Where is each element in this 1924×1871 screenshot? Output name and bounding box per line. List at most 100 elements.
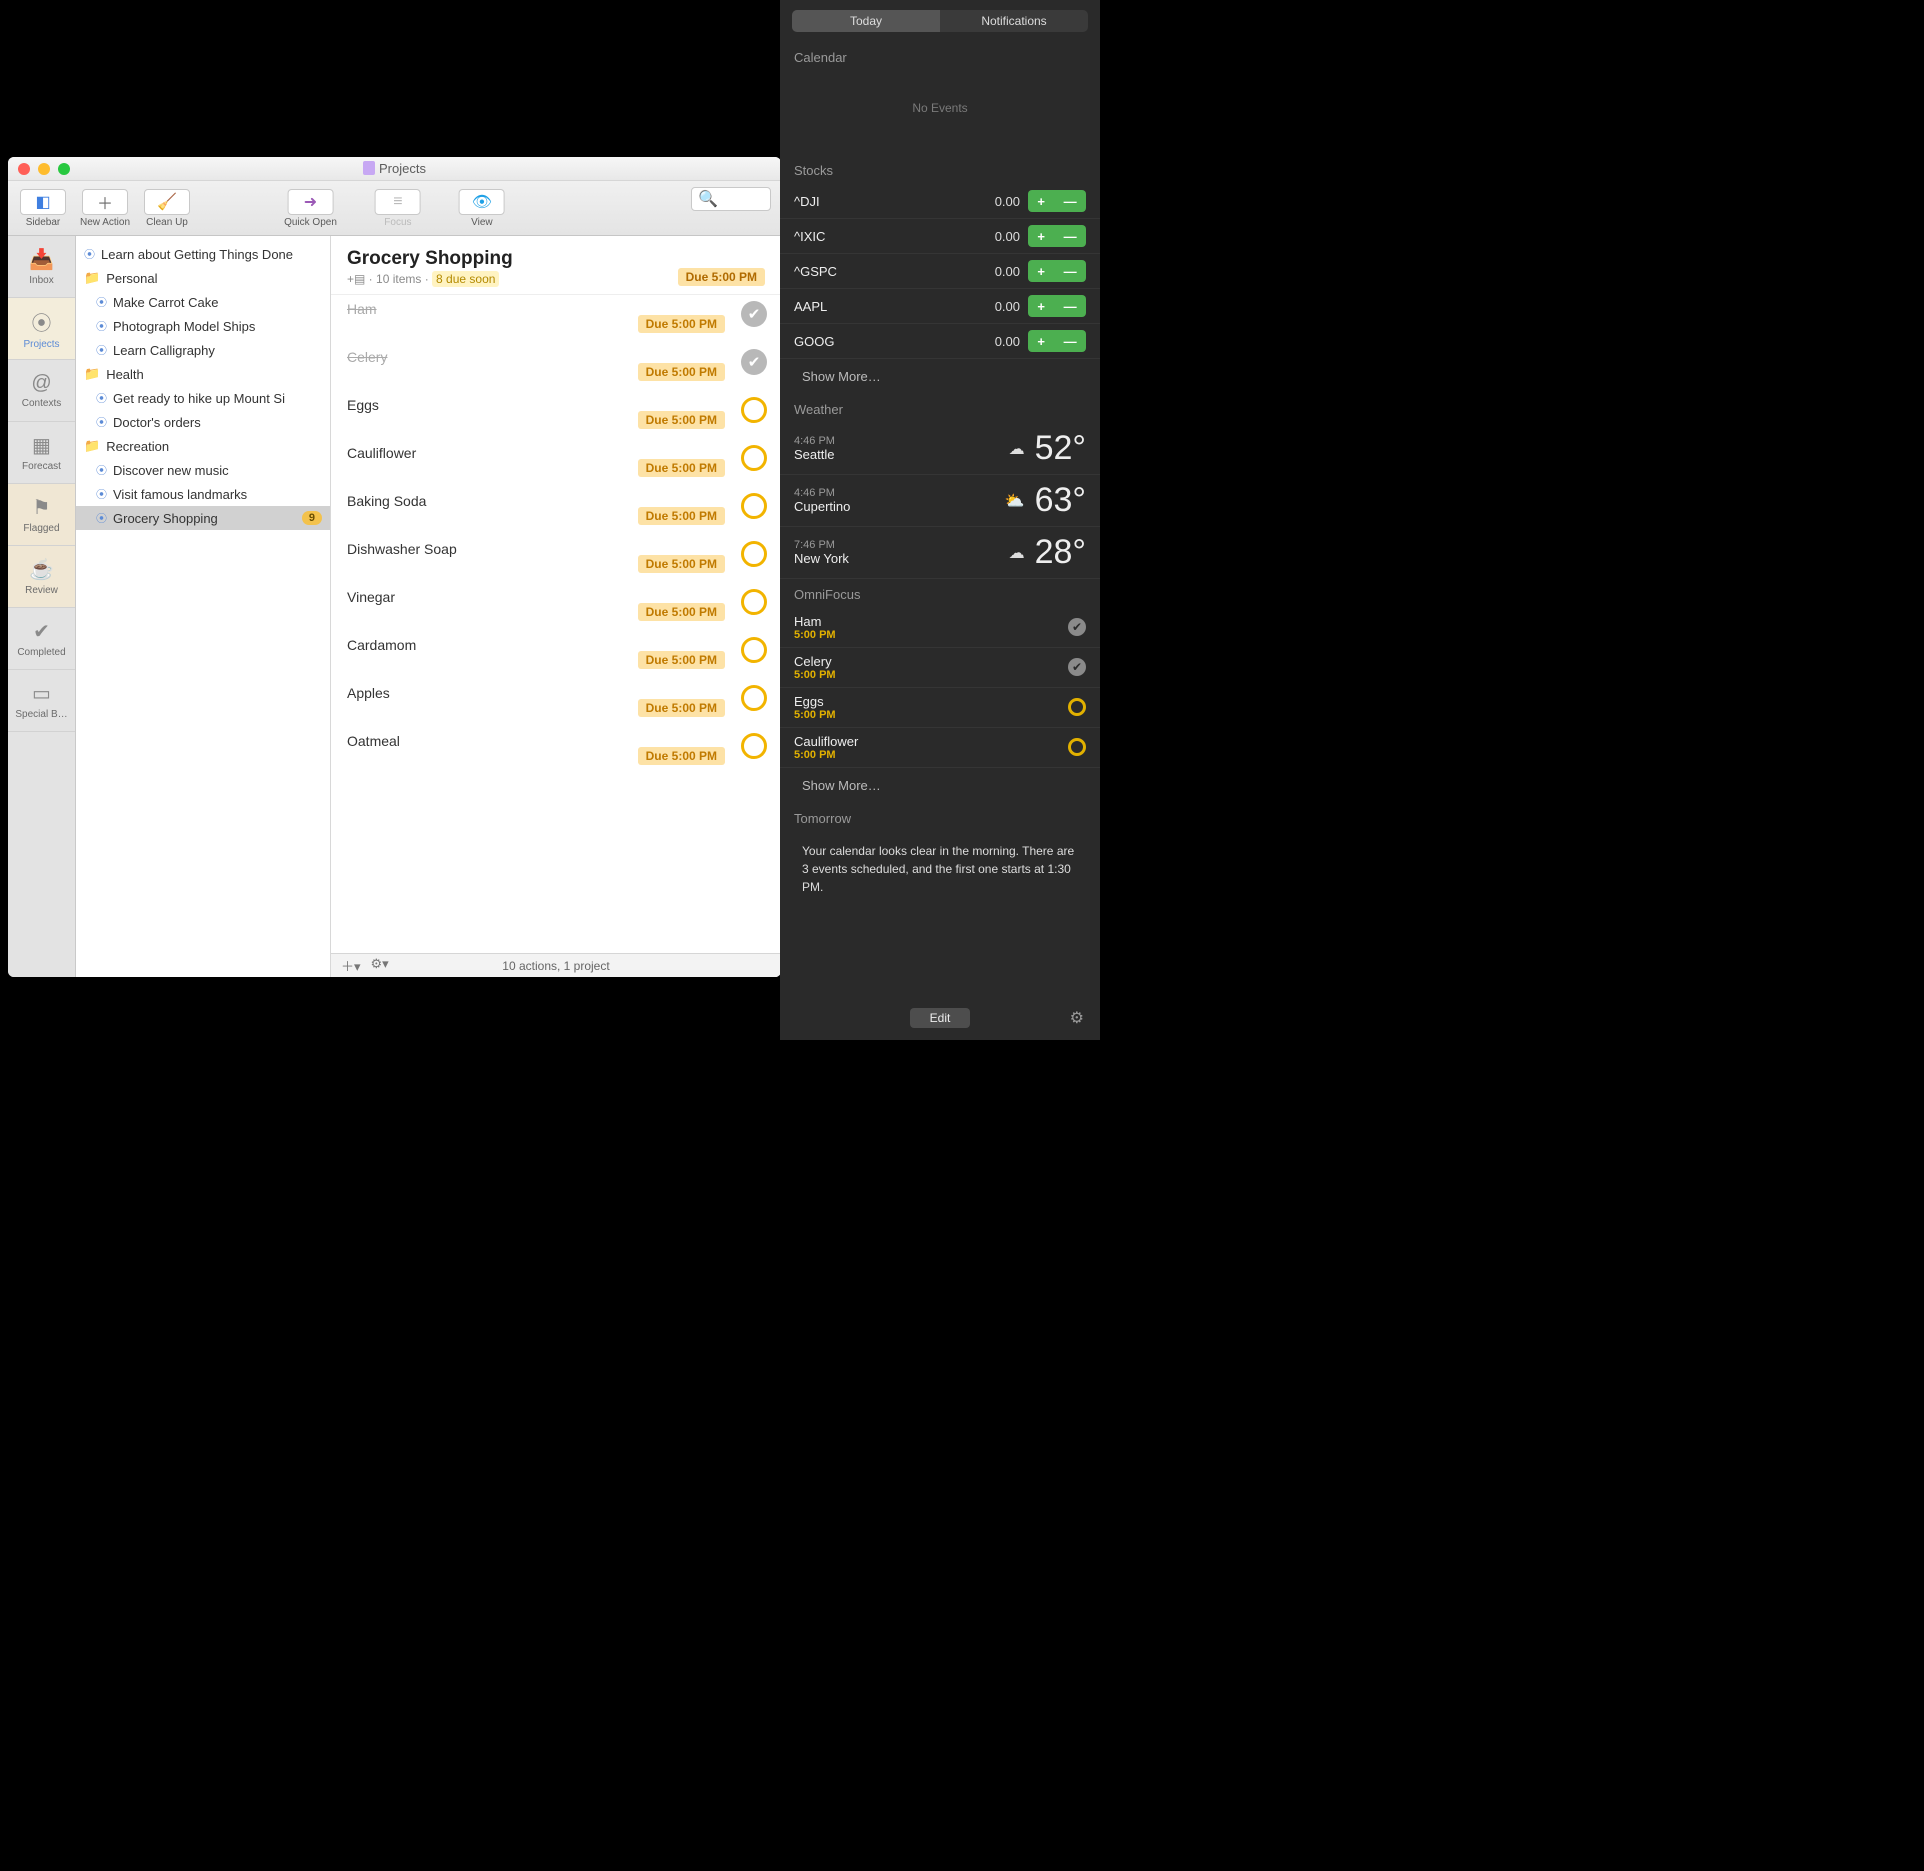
checkbox-icon[interactable] xyxy=(741,589,767,615)
search-icon: 🔍 xyxy=(698,189,718,209)
checkbox-icon[interactable] xyxy=(1068,738,1086,756)
tab-projects[interactable]: ⦿Projects xyxy=(8,298,75,360)
project-row[interactable]: ⦿Doctor's orders xyxy=(76,410,330,434)
folder-icon: 📁 xyxy=(84,438,100,454)
nc-bottom: Edit ⚙ xyxy=(780,996,1100,1040)
new-action-button[interactable]: ＋New Action xyxy=(76,187,134,230)
weather-row[interactable]: 4:46 PMSeattle☁52° xyxy=(780,423,1100,475)
stock-symbol: GOOG xyxy=(794,334,995,349)
project-row[interactable]: ⦿Photograph Model Ships xyxy=(76,314,330,338)
special-icon: ▭ xyxy=(32,681,51,706)
checkbox-icon[interactable] xyxy=(741,733,767,759)
weather-row[interactable]: 7:46 PMNew York☁28° xyxy=(780,527,1100,579)
folder-row[interactable]: 📁Recreation xyxy=(76,434,330,458)
of-item-name: Ham xyxy=(794,614,1086,629)
tab-notifications[interactable]: Notifications xyxy=(940,10,1088,32)
project-row[interactable]: ⦿Discover new music xyxy=(76,458,330,482)
tab-forecast[interactable]: ▦Forecast xyxy=(8,422,75,484)
project-icon: ⦿ xyxy=(84,246,95,262)
folder-row[interactable]: 📁Personal xyxy=(76,266,330,290)
checkbox-checked-icon[interactable]: ✔ xyxy=(741,349,767,375)
checkbox-icon[interactable] xyxy=(741,685,767,711)
task-row[interactable]: ApplesDue 5:00 PM xyxy=(331,679,781,727)
omnifocus-show-more[interactable]: Show More… xyxy=(780,768,1100,803)
project-row[interactable]: ⦿Learn Calligraphy xyxy=(76,338,330,362)
of-item-name: Cauliflower xyxy=(794,734,1086,749)
project-icon: ⦿ xyxy=(96,294,107,310)
view-button[interactable]: 👁View xyxy=(455,187,509,230)
gear-menu-button[interactable]: ⚙▾ xyxy=(371,956,389,975)
task-row[interactable]: CauliflowerDue 5:00 PM xyxy=(331,439,781,487)
inbox-icon: 📥 xyxy=(29,247,54,272)
tab-inbox[interactable]: 📥Inbox xyxy=(8,236,75,298)
quick-open-button[interactable]: ➜Quick Open xyxy=(280,187,341,230)
project-row[interactable]: ⦿Grocery Shopping9 xyxy=(76,506,330,530)
tab-label: Projects xyxy=(23,339,59,350)
omnifocus-item[interactable]: Celery5:00 PM✔ xyxy=(780,648,1100,688)
task-row[interactable]: Baking SodaDue 5:00 PM xyxy=(331,487,781,535)
omnifocus-section-title: OmniFocus xyxy=(780,579,1100,608)
tab-contexts[interactable]: @Contexts xyxy=(8,360,75,422)
task-row[interactable]: HamDue 5:00 PM✔ xyxy=(331,295,781,343)
project-tree: ⦿Learn about Getting Things Done📁Persona… xyxy=(76,236,331,977)
of-item-name: Celery xyxy=(794,654,1086,669)
weather-temp: 52° xyxy=(1035,429,1086,468)
edit-button[interactable]: Edit xyxy=(910,1008,971,1028)
tab-special[interactable]: ▭Special B… xyxy=(8,670,75,732)
stock-value: 0.00 xyxy=(995,229,1020,244)
of-item-time: 5:00 PM xyxy=(794,629,1086,641)
stock-row[interactable]: GOOG0.00+— xyxy=(780,324,1100,359)
tab-review[interactable]: ☕Review xyxy=(8,546,75,608)
project-row[interactable]: ⦿Make Carrot Cake xyxy=(76,290,330,314)
omnifocus-item[interactable]: Eggs5:00 PM xyxy=(780,688,1100,728)
stock-change-chip: +— xyxy=(1028,260,1086,282)
checkbox-icon[interactable] xyxy=(741,541,767,567)
task-row[interactable]: Dishwasher SoapDue 5:00 PM xyxy=(331,535,781,583)
tree-label: Learn Calligraphy xyxy=(113,343,215,358)
project-row[interactable]: ⦿Visit famous landmarks xyxy=(76,482,330,506)
toolbar: ◧Sidebar ＋New Action 🧹Clean Up ➜Quick Op… xyxy=(8,181,781,236)
project-row[interactable]: ⦿Learn about Getting Things Done xyxy=(76,242,330,266)
weather-row[interactable]: 4:46 PMCupertino⛅63° xyxy=(780,475,1100,527)
stock-value: 0.00 xyxy=(995,299,1020,314)
omnifocus-item[interactable]: Cauliflower5:00 PM xyxy=(780,728,1100,768)
add-menu-button[interactable]: ＋▾ xyxy=(341,956,361,975)
checkbox-icon[interactable] xyxy=(741,493,767,519)
tab-today[interactable]: Today xyxy=(792,10,940,32)
tab-label: Forecast xyxy=(22,461,61,472)
task-row[interactable]: EggsDue 5:00 PM xyxy=(331,391,781,439)
folder-row[interactable]: 📁Health xyxy=(76,362,330,386)
clean-up-button[interactable]: 🧹Clean Up xyxy=(140,187,194,230)
focus-icon: ≡ xyxy=(393,193,402,211)
gear-icon[interactable]: ⚙ xyxy=(1070,1008,1084,1028)
checkbox-checked-icon[interactable]: ✔ xyxy=(1068,658,1086,676)
perspective-tabs: 📥Inbox⦿Projects@Contexts▦Forecast⚑Flagge… xyxy=(8,236,76,977)
checkbox-icon[interactable] xyxy=(741,397,767,423)
due-badge: Due 5:00 PM xyxy=(638,603,725,621)
search-input[interactable]: 🔍 xyxy=(691,187,771,211)
due-badge: Due 5:00 PM xyxy=(638,651,725,669)
stock-row[interactable]: ^IXIC0.00+— xyxy=(780,219,1100,254)
checkbox-checked-icon[interactable]: ✔ xyxy=(741,301,767,327)
stocks-show-more[interactable]: Show More… xyxy=(780,359,1100,394)
checkbox-icon[interactable] xyxy=(741,637,767,663)
tab-completed[interactable]: ✔Completed xyxy=(8,608,75,670)
checkbox-icon[interactable] xyxy=(741,445,767,471)
stock-row[interactable]: ^DJI0.00+— xyxy=(780,184,1100,219)
task-row[interactable]: CeleryDue 5:00 PM✔ xyxy=(331,343,781,391)
omnifocus-item[interactable]: Ham5:00 PM✔ xyxy=(780,608,1100,648)
checkbox-checked-icon[interactable]: ✔ xyxy=(1068,618,1086,636)
checkbox-icon[interactable] xyxy=(1068,698,1086,716)
stock-row[interactable]: AAPL0.00+— xyxy=(780,289,1100,324)
project-row[interactable]: ⦿Get ready to hike up Mount Si xyxy=(76,386,330,410)
task-row[interactable]: OatmealDue 5:00 PM xyxy=(331,727,781,775)
project-icon: ⦿ xyxy=(96,462,107,478)
task-row[interactable]: CardamomDue 5:00 PM xyxy=(331,631,781,679)
focus-button[interactable]: ≡Focus xyxy=(371,187,425,230)
sidebar-button[interactable]: ◧Sidebar xyxy=(16,187,70,230)
tab-flagged[interactable]: ⚑Flagged xyxy=(8,484,75,546)
weather-icon: ☁ xyxy=(1009,543,1025,563)
stock-row[interactable]: ^GSPC0.00+— xyxy=(780,254,1100,289)
project-due-badge: Due 5:00 PM xyxy=(678,268,765,286)
task-row[interactable]: VinegarDue 5:00 PM xyxy=(331,583,781,631)
